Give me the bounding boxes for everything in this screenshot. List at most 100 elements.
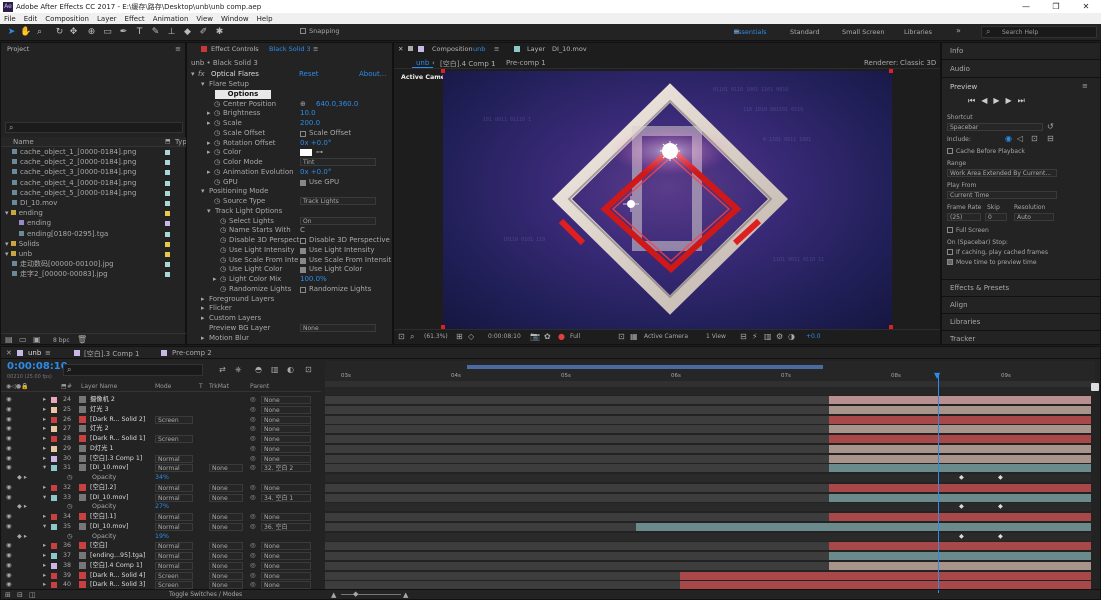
- layer-name[interactable]: 灯光 2: [90, 424, 109, 434]
- project-item[interactable]: cache_object_2_[0000-0184].png: [1, 158, 187, 168]
- project-item[interactable]: cache_object_4_[0000-0184].png: [1, 179, 187, 189]
- track-matte-dropdown[interactable]: None: [209, 561, 243, 570]
- stopwatch-icon[interactable]: ◷: [220, 226, 226, 236]
- parent-dropdown[interactable]: None: [261, 425, 311, 434]
- parent-dropdown[interactable]: None: [261, 415, 311, 424]
- twirl-icon[interactable]: ▾: [201, 80, 205, 90]
- menu-effect[interactable]: Effect: [121, 15, 149, 23]
- stopwatch-icon[interactable]: ◷: [67, 502, 73, 512]
- parent-pickwhip-icon[interactable]: ◎: [250, 444, 256, 454]
- effect-reset-link[interactable]: Reset: [299, 70, 319, 78]
- project-item[interactable]: 走动数码[00000-00100].jpg: [1, 260, 187, 270]
- property-value[interactable]: 0x +0.0°: [300, 168, 331, 178]
- move-time-checkbox[interactable]: [947, 259, 953, 265]
- effect-controls-tab[interactable]: Effect Controls Black Solid 3 ≡: [187, 43, 392, 55]
- visibility-eye-icon[interactable]: ◉: [6, 571, 12, 581]
- blend-mode-dropdown[interactable]: Normal: [155, 464, 193, 473]
- effects-presets-tab[interactable]: Effects & Presets: [942, 281, 1100, 297]
- layer-row[interactable]: ◉ ▸ 30 [空白].3 Comp 1] Normal ◎ None: [1, 454, 1101, 464]
- hand-tool-icon[interactable]: ✋: [20, 27, 31, 38]
- stopwatch-icon[interactable]: ◷: [214, 139, 220, 149]
- flowchart-icon[interactable]: ⚙: [776, 332, 783, 341]
- toggle-pixel-aspect-icon[interactable]: ⊟: [740, 332, 747, 341]
- layer-name[interactable]: [Dark R... Solid 1]: [90, 434, 145, 444]
- visibility-eye-icon[interactable]: ◉: [6, 512, 12, 522]
- property-dropdown[interactable]: Track Lights: [300, 197, 376, 205]
- parent-dropdown[interactable]: None: [261, 396, 311, 404]
- crumb-comp-1[interactable]: [空白].4 Comp 1: [440, 59, 495, 69]
- frame-blending-icon[interactable]: ▥: [271, 365, 279, 374]
- parent-dropdown[interactable]: None: [261, 483, 311, 492]
- keyframe-icon[interactable]: ◆: [959, 532, 964, 542]
- layer-twirl-icon[interactable]: ▸: [43, 551, 46, 561]
- parent-dropdown[interactable]: None: [261, 561, 311, 570]
- expand-in-out-icon[interactable]: ◫: [29, 591, 36, 599]
- layer-name[interactable]: [DI_10.mov]: [90, 463, 129, 473]
- view-layout-dropdown[interactable]: 1 View: [706, 333, 726, 340]
- keyframe-icon[interactable]: ◆: [959, 502, 964, 512]
- effect-expand-icon[interactable]: ▾: [191, 70, 195, 78]
- layer-row[interactable]: ◉ ▸ 26 [Dark R... Solid 2] Screen ◎ None: [1, 415, 1101, 425]
- layer-row[interactable]: ◉ ▸ 32 [空白].2] Normal None ◎ None: [1, 483, 1101, 493]
- stopwatch-icon[interactable]: ◷: [220, 275, 226, 285]
- stopwatch-icon[interactable]: ◷: [214, 100, 220, 110]
- twirl-icon[interactable]: ▸: [207, 109, 211, 119]
- property-dropdown[interactable]: On: [300, 216, 376, 225]
- property-value[interactable]: 0x +0.0°: [300, 139, 331, 149]
- timeline-tab-menu-icon[interactable]: ≡: [45, 349, 51, 357]
- stopwatch-icon[interactable]: ◷: [214, 178, 220, 188]
- parent-pickwhip-icon[interactable]: ◎: [250, 395, 256, 405]
- opacity-value[interactable]: 27%: [155, 502, 169, 512]
- menu-view[interactable]: View: [192, 15, 217, 23]
- keyframe-nav-icon[interactable]: ◆ ▸: [17, 502, 27, 512]
- layer-row[interactable]: ◉ ▾ 31 [DI_10.mov] Normal None ◎ 32. 空白 2: [1, 463, 1101, 473]
- project-item[interactable]: ▾ ending: [1, 209, 187, 219]
- parent-dropdown[interactable]: None: [261, 435, 311, 443]
- stopwatch-icon[interactable]: ◷: [214, 129, 220, 139]
- parent-pickwhip-icon[interactable]: ◎: [250, 454, 256, 464]
- stopwatch-icon[interactable]: ◷: [220, 246, 226, 256]
- comp-panel-close-icon[interactable]: ✕: [398, 43, 403, 55]
- layer-label-color[interactable]: [51, 465, 57, 472]
- stopwatch-icon[interactable]: ◷: [220, 217, 226, 227]
- composition-tab-label[interactable]: Composition: [432, 43, 473, 55]
- track-matte-dropdown[interactable]: None: [209, 483, 243, 492]
- layer-row[interactable]: ◉ ▸ 39 [Dark R... Solid 4] Screen None ◎ None: [1, 571, 1101, 581]
- timeline-tab-comp[interactable]: [空白].3 Comp 1: [84, 349, 139, 359]
- project-bpc[interactable]: 8 bpc: [53, 337, 70, 344]
- project-search-input[interactable]: ⌕: [5, 122, 183, 133]
- composition-tab-target[interactable]: unb: [473, 43, 485, 55]
- visibility-eye-icon[interactable]: ◉: [6, 454, 12, 464]
- frame-rate-dropdown[interactable]: (25): [947, 213, 981, 221]
- layer-duration-bar[interactable]: [829, 464, 1091, 473]
- visibility-eye-icon[interactable]: ◉: [6, 434, 12, 444]
- stopwatch-icon[interactable]: ◷: [214, 168, 220, 178]
- timeline-close-icon[interactable]: ✕: [6, 349, 12, 357]
- layer-row[interactable]: ◉ ▾ 35 [DI_10.mov] Normal None ◎ 36. 空白: [1, 522, 1101, 532]
- layer-label-color[interactable]: [51, 562, 57, 569]
- new-folder-icon[interactable]: ▭: [19, 335, 27, 344]
- parent-dropdown[interactable]: None: [261, 542, 311, 551]
- layer-label-color[interactable]: [51, 553, 57, 559]
- parent-dropdown[interactable]: None: [261, 444, 311, 453]
- stopwatch-icon[interactable]: ◷: [214, 119, 220, 129]
- layer-twirl-icon[interactable]: ▸: [43, 454, 46, 464]
- layer-duration-bar[interactable]: [829, 425, 1091, 434]
- layer-duration-bar[interactable]: [829, 396, 1091, 404]
- layer-label-color[interactable]: [51, 494, 57, 501]
- menu-help[interactable]: Help: [253, 15, 277, 23]
- timeline-icon[interactable]: ▥: [764, 332, 772, 341]
- twirl-icon[interactable]: ▸: [207, 139, 211, 149]
- layer-duration-bar[interactable]: [680, 571, 1091, 580]
- label-color-swatch[interactable]: [165, 252, 170, 257]
- blend-mode-dropdown[interactable]: Normal: [155, 513, 193, 521]
- label-color-swatch[interactable]: [165, 190, 170, 196]
- project-panel-title[interactable]: Project: [1, 43, 185, 55]
- parent-pickwhip-icon[interactable]: ◎: [250, 541, 256, 551]
- layer-label-color[interactable]: [51, 416, 57, 423]
- snapping-checkbox[interactable]: [300, 28, 306, 34]
- blend-mode-dropdown[interactable]: Normal: [155, 483, 193, 492]
- parent-pickwhip-icon[interactable]: ◎: [250, 512, 256, 522]
- project-panel-menu-icon[interactable]: ≡: [175, 45, 181, 53]
- layer-label-color[interactable]: [51, 426, 57, 433]
